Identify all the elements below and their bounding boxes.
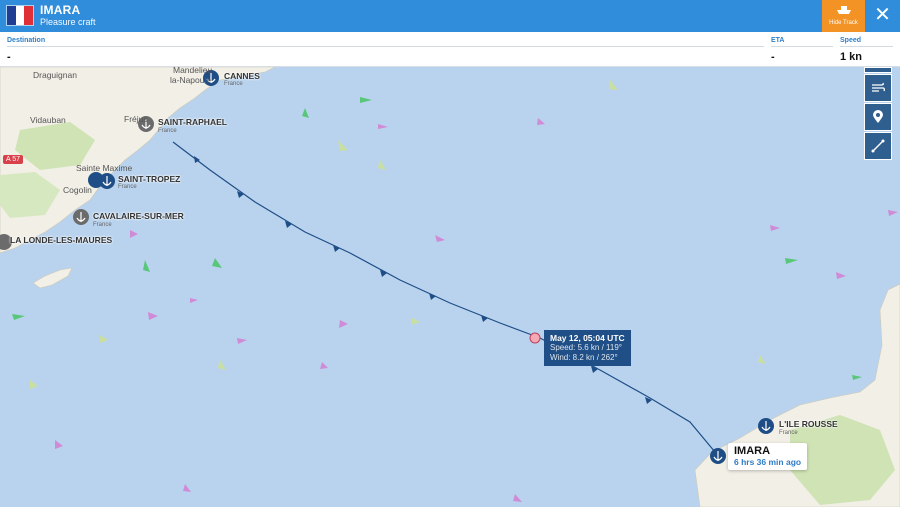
port-country: France — [93, 222, 112, 228]
port-country: France — [224, 81, 243, 87]
eta-label: ETA — [771, 37, 785, 44]
track-point-tooltip: May 12, 05:04 UTC Speed: 5.6 kn / 119° W… — [544, 330, 631, 366]
divider — [7, 46, 764, 47]
port-country: France — [118, 184, 137, 190]
divider — [840, 46, 893, 47]
eta-value: - — [771, 51, 775, 63]
place-label: Cogolin — [63, 185, 92, 195]
port-label-saint-raphael[interactable]: SAINT-RAPHAEL — [158, 117, 227, 127]
port-label-la-londe[interactable]: LA LONDE-LES-MAURES — [10, 235, 112, 245]
wind-icon[interactable] — [864, 74, 892, 102]
ship-icon — [837, 6, 851, 14]
vessel-name: IMARA — [40, 3, 81, 17]
place-label: Sainte Maxime — [76, 163, 133, 173]
layers-icon[interactable] — [864, 67, 892, 73]
vessel-type: Pleasure craft — [40, 17, 96, 27]
destination-label: Destination — [7, 37, 46, 44]
speed-value: 1 kn — [840, 51, 863, 63]
france-flag-icon — [6, 5, 34, 26]
tooltip-time: May 12, 05:04 UTC — [550, 333, 625, 343]
place-label: Draguignan — [33, 70, 77, 80]
vessel-header: IMARA Pleasure craft Hide Track ✕ — [0, 0, 900, 32]
port-label-saint-tropez[interactable]: SAINT-TROPEZ — [118, 174, 180, 184]
tooltip-wind: Wind: 8.2 kn / 262° — [550, 353, 618, 362]
road-badge: A 57 — [3, 155, 24, 164]
vessel-map-name: IMARA — [734, 445, 771, 457]
map-tools — [864, 67, 892, 161]
tooltip-speed: Speed: 5.6 kn / 119° — [550, 343, 622, 352]
port-country: France — [779, 430, 798, 436]
port-label-lile-rousse[interactable]: L'ILE ROUSSE — [779, 419, 838, 429]
map-canvas[interactable] — [0, 0, 900, 507]
hide-track-button[interactable]: Hide Track — [822, 0, 865, 32]
place-label: Vidauban — [30, 115, 66, 125]
place-label: Fréjus — [124, 114, 148, 124]
location-pin-icon[interactable] — [864, 103, 892, 131]
divider — [771, 46, 833, 47]
port-label-cannes[interactable]: CANNES — [224, 71, 260, 81]
close-icon[interactable]: ✕ — [865, 0, 900, 32]
port-country: France — [158, 128, 177, 134]
destination-value: - — [7, 51, 11, 63]
port-label-cavalaire[interactable]: CAVALAIRE-SUR-MER — [93, 211, 184, 221]
vessel-last-seen: 6 hrs 36 min ago — [734, 457, 802, 467]
track-position-marker[interactable] — [529, 332, 541, 344]
vessel-map-label[interactable]: IMARA 6 hrs 36 min ago — [728, 443, 808, 470]
speed-label: Speed — [840, 37, 862, 44]
place-label: la-Napoule — [170, 75, 212, 85]
hide-track-label: Hide Track — [829, 20, 858, 26]
voyage-info-bar: Destination - ETA - Speed 1 kn — [0, 32, 900, 67]
ruler-icon[interactable] — [864, 132, 892, 160]
